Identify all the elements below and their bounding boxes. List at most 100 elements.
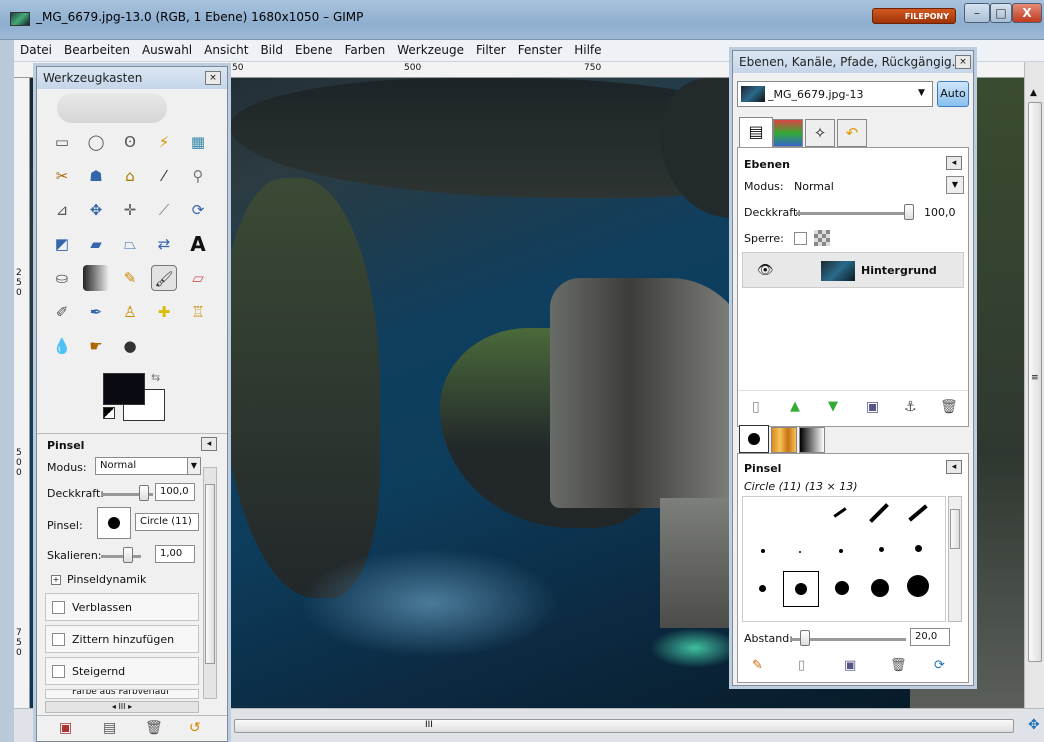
measure-icon[interactable]: ⊿ — [49, 197, 75, 223]
delete-layer-icon[interactable]: 🗑 — [940, 399, 958, 415]
menu-werkzeuge[interactable]: Werkzeuge — [391, 40, 470, 57]
move-icon[interactable]: ✥ — [83, 197, 109, 223]
menu-filter[interactable]: Filter — [470, 40, 512, 57]
toolbox-close-button[interactable]: × — [205, 71, 221, 85]
brush-preview-button[interactable] — [97, 507, 131, 539]
menu-bearbeiten[interactable]: Bearbeiten — [58, 40, 136, 57]
pinseldynamik-label[interactable]: Pinseldynamik — [67, 573, 146, 586]
menu-ansicht[interactable]: Ansicht — [198, 40, 254, 57]
blur-icon[interactable]: 💧 — [49, 333, 75, 359]
navigate-icon[interactable]: ✥ — [1028, 717, 1040, 733]
default-colors-icon[interactable] — [103, 407, 115, 419]
color-select-icon[interactable]: ▦ — [185, 129, 211, 155]
filepony-badge[interactable]: FILEPONY — [872, 8, 956, 24]
ellipse-select-icon[interactable]: ◯ — [83, 129, 109, 155]
menu-farben[interactable]: Farben — [339, 40, 392, 57]
brush-item[interactable] — [915, 545, 922, 552]
new-layer-icon[interactable]: ▯ — [752, 399, 760, 415]
perspective-icon[interactable]: ⏢ — [117, 231, 143, 257]
fuzzy-select-icon[interactable]: ⚡ — [151, 129, 177, 155]
farbverlauf-row[interactable]: Farbe aus Farbverlauf — [45, 689, 199, 699]
anchor-layer-icon[interactable]: ⚓ — [904, 399, 917, 415]
eraser-icon[interactable]: ▱ — [185, 265, 211, 291]
bucket-fill-icon[interactable]: ⛀ — [49, 265, 75, 291]
horizontal-scroll-thumb[interactable]: III — [234, 719, 1014, 733]
reset-options-icon[interactable]: ↺ — [189, 720, 201, 736]
crop-icon[interactable]: ⟋ — [151, 197, 177, 223]
ink-icon[interactable]: ✒ — [83, 299, 109, 325]
save-options-icon[interactable]: ▣ — [59, 720, 72, 736]
brushes-menu-button[interactable]: ◂ — [946, 460, 962, 474]
pinsel-name-field[interactable]: Circle (11) — [135, 513, 199, 531]
brush-item[interactable] — [759, 585, 766, 592]
scale-icon[interactable]: ◩ — [49, 231, 75, 257]
brush-item[interactable] — [879, 547, 884, 552]
brush-item[interactable] — [795, 583, 807, 595]
menu-datei[interactable]: Datei — [14, 40, 58, 57]
tab-brushes[interactable] — [739, 425, 769, 453]
tool-options-hscroll[interactable]: ◂ III ▸ — [45, 701, 199, 713]
lasso-icon[interactable]: ʘ — [117, 129, 143, 155]
duplicate-layer-icon[interactable]: ▣ — [866, 399, 879, 415]
layers-modus-dropdown-icon[interactable]: ▼ — [946, 176, 964, 194]
deckkraft-input[interactable]: 100,0 — [155, 483, 195, 501]
scroll-up-arrow[interactable]: ▲ — [1030, 88, 1037, 98]
layer-row-hintergrund[interactable]: 👁 Hintergrund — [742, 252, 964, 288]
zittern-row[interactable]: Zittern hinzufügen — [45, 625, 199, 653]
vertical-ruler[interactable]: 250 500 750 — [14, 78, 30, 708]
maximize-button[interactable]: □ — [990, 3, 1012, 23]
skalieren-slider[interactable] — [101, 555, 141, 558]
paths-icon[interactable]: ⌂ — [117, 163, 143, 189]
menu-ebene[interactable]: Ebene — [289, 40, 339, 57]
rotate-icon[interactable]: ⟳ — [185, 197, 211, 223]
skalieren-input[interactable]: 1,00 — [155, 545, 195, 563]
expand-icon[interactable]: + — [51, 575, 61, 585]
foreground-color-swatch[interactable] — [103, 373, 145, 405]
menu-fenster[interactable]: Fenster — [512, 40, 569, 57]
verblassen-row[interactable]: Verblassen — [45, 593, 199, 621]
layers-menu-button[interactable]: ◂ — [946, 156, 962, 170]
delete-brush-icon[interactable]: 🗑 — [890, 658, 907, 673]
lock-alpha-icon[interactable] — [814, 230, 830, 246]
swap-colors-icon[interactable]: ⇆ — [151, 371, 160, 384]
brush-item[interactable] — [871, 579, 889, 597]
steigernd-row[interactable]: Steigernd — [45, 657, 199, 685]
eye-icon[interactable]: 👁 — [757, 263, 774, 278]
modus-dropdown[interactable]: Normal — [95, 457, 191, 475]
smudge-icon[interactable]: ☛ — [83, 333, 109, 359]
layers-modus-value[interactable]: Normal — [794, 180, 834, 193]
vertical-scroll-thumb[interactable]: ≡ — [1028, 102, 1042, 662]
clone-icon[interactable]: ♙ — [117, 299, 143, 325]
heal-icon[interactable]: ✚ — [151, 299, 177, 325]
brush-grid-scrollbar[interactable] — [948, 496, 962, 622]
delete-options-icon[interactable]: 🗑 — [145, 720, 163, 736]
brush-item[interactable] — [835, 581, 849, 595]
menu-hilfe[interactable]: Hilfe — [568, 40, 607, 57]
tab-layers[interactable]: ▤ — [739, 117, 773, 147]
skalieren-slider-knob[interactable] — [123, 547, 133, 563]
tab-channels[interactable] — [773, 119, 803, 147]
auto-button[interactable]: Auto — [937, 81, 969, 107]
layers-deckkraft-knob[interactable] — [904, 204, 914, 220]
zoom-icon[interactable]: ⚲ — [185, 163, 211, 189]
brush-item[interactable] — [833, 507, 847, 518]
foreground-select-icon[interactable]: ☗ — [83, 163, 109, 189]
tab-undo[interactable]: ↶ — [837, 119, 867, 147]
align-icon[interactable]: ✛ — [117, 197, 143, 223]
lock-pixels-checkbox[interactable] — [794, 232, 807, 245]
deckkraft-slider-knob[interactable] — [139, 485, 149, 501]
new-brush-icon[interactable]: ▯ — [798, 658, 805, 673]
rect-select-icon[interactable]: ▭ — [49, 129, 75, 155]
shear-icon[interactable]: ▰ — [83, 231, 109, 257]
tab-patterns[interactable] — [771, 427, 797, 453]
zittern-checkbox[interactable] — [52, 633, 65, 646]
minimize-button[interactable]: – — [964, 3, 990, 23]
raise-layer-icon[interactable]: ▲ — [790, 399, 800, 414]
menu-auswahl[interactable]: Auswahl — [136, 40, 198, 57]
brush-item[interactable] — [907, 575, 929, 597]
pencil-icon[interactable]: ✎ — [117, 265, 143, 291]
abstand-input[interactable]: 20,0 — [910, 628, 950, 646]
brush-item[interactable] — [839, 549, 843, 553]
tool-options-scroll-thumb[interactable] — [205, 484, 215, 664]
flip-icon[interactable]: ⇄ — [151, 231, 177, 257]
